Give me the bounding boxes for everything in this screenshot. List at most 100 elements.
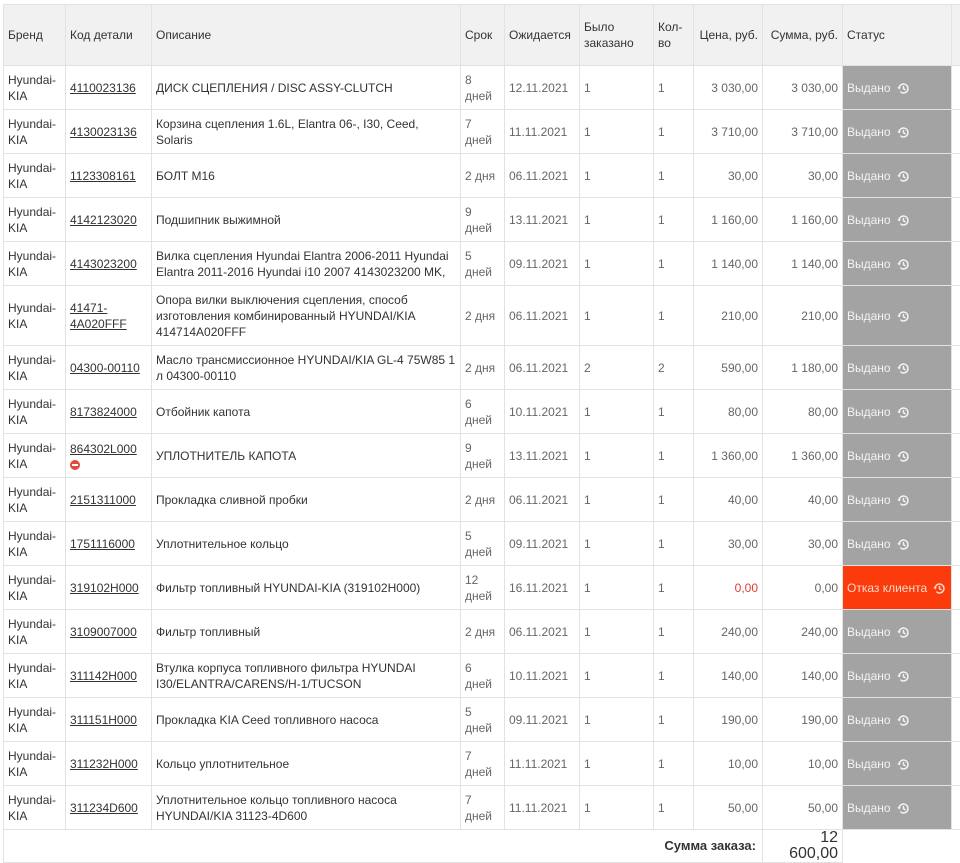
- history-icon[interactable]: [896, 362, 910, 375]
- part-code-link[interactable]: 319102H000: [70, 581, 139, 595]
- part-code-link[interactable]: 311151H000: [70, 713, 137, 727]
- history-icon[interactable]: [896, 258, 910, 271]
- status-badge[interactable]: Выдано: [842, 389, 952, 434]
- cell-code: 04300-00110: [65, 345, 152, 390]
- part-code-link[interactable]: 4110023136: [70, 81, 136, 95]
- status-badge[interactable]: Выдано: [842, 433, 952, 478]
- cell-price: 3 030,00: [693, 65, 763, 110]
- part-code-link[interactable]: 04300-00110: [70, 361, 140, 375]
- history-icon[interactable]: [896, 626, 910, 639]
- part-code-link[interactable]: 1751116000: [70, 537, 135, 551]
- history-icon[interactable]: [896, 310, 910, 323]
- cell-price: 190,00: [693, 697, 763, 742]
- table-header-row: Бренд Код детали Описание Срок Ожидается…: [3, 4, 960, 66]
- cell-expected: 09.11.2021: [504, 521, 580, 566]
- cell-brand: Hyundai-KIA: [3, 197, 66, 242]
- history-icon[interactable]: [896, 714, 910, 727]
- history-icon[interactable]: [896, 450, 910, 463]
- status-label: Выдано: [847, 168, 891, 183]
- history-icon[interactable]: [896, 802, 910, 815]
- part-code-link[interactable]: 311232H000: [70, 757, 138, 771]
- table-row: Hyundai-KIA 1123308161 БОЛТ M16 2 дня 06.11.…: [3, 153, 960, 198]
- cell-term: 9 дней: [460, 197, 505, 242]
- history-icon[interactable]: [896, 214, 910, 227]
- status-label: Выдано: [847, 712, 891, 727]
- history-icon[interactable]: [896, 538, 910, 551]
- status-badge[interactable]: Отказ клиента: [842, 565, 952, 610]
- cell-description: УПЛОТНИТЕЛЬ КАПОТА: [151, 433, 461, 478]
- history-icon[interactable]: [896, 494, 910, 507]
- status-label: Выдано: [847, 80, 891, 95]
- history-icon[interactable]: [896, 82, 910, 95]
- cell-extra: [951, 697, 960, 742]
- table-row: Hyundai-KIA 311151H000 Прокладка KIA Ceed …: [3, 697, 960, 742]
- part-code-link[interactable]: 3109007000: [70, 625, 137, 639]
- part-code-link[interactable]: 4130023136: [70, 125, 137, 139]
- cell-ordered: 1: [579, 389, 654, 434]
- cell-expected: 10.11.2021: [504, 389, 580, 434]
- part-code-link[interactable]: 8173824000: [70, 405, 137, 419]
- cell-description: Отбойник капота: [151, 389, 461, 434]
- history-icon[interactable]: [896, 406, 910, 419]
- part-code-link[interactable]: 1123308161: [70, 169, 136, 183]
- history-icon[interactable]: [933, 582, 946, 595]
- cell-qty: 1: [653, 433, 694, 478]
- table-row: Hyundai-KIA 8173824000 Отбойник капота 6 дн…: [3, 389, 960, 434]
- history-icon[interactable]: [896, 758, 910, 771]
- status-badge[interactable]: Выдано: [842, 65, 952, 110]
- cell-brand: Hyundai-KIA: [3, 109, 66, 154]
- history-icon[interactable]: [896, 170, 910, 183]
- cell-sum: 40,00: [762, 477, 843, 522]
- part-code-link[interactable]: 864302L000: [70, 442, 137, 456]
- cell-price: 1 360,00: [693, 433, 763, 478]
- status-badge[interactable]: Выдано: [842, 741, 952, 786]
- part-code-link[interactable]: 41471-4A020FFF: [70, 301, 127, 331]
- part-code-link[interactable]: 2151311000: [70, 493, 136, 507]
- table-row: Hyundai-KIA 311232H000 Кольцо уплотнительн…: [3, 741, 960, 786]
- cell-code: 1123308161: [65, 153, 152, 198]
- cell-brand: Hyundai-KIA: [3, 697, 66, 742]
- cell-code: 4142123020: [65, 197, 152, 242]
- table-row: Hyundai-KIA 4143023200 Вилка сцепления Hyu…: [3, 241, 960, 286]
- cell-description: Подшипник выжимной: [151, 197, 461, 242]
- cell-term: 2 дня: [460, 477, 505, 522]
- status-badge[interactable]: Выдано: [842, 477, 952, 522]
- cell-price: 1 140,00: [693, 241, 763, 286]
- cell-expected: 06.11.2021: [504, 345, 580, 390]
- cell-price: 30,00: [693, 521, 763, 566]
- part-code-link[interactable]: 311234D600: [70, 801, 138, 815]
- status-badge[interactable]: Выдано: [842, 653, 952, 698]
- history-icon[interactable]: [896, 670, 910, 683]
- status-badge[interactable]: Выдано: [842, 345, 952, 390]
- history-icon[interactable]: [896, 126, 910, 139]
- cell-expected: 13.11.2021: [504, 433, 580, 478]
- cell-term: 2 дня: [460, 609, 505, 654]
- cell-brand: Hyundai-KIA: [3, 345, 66, 390]
- status-badge[interactable]: Выдано: [842, 697, 952, 742]
- status-badge[interactable]: Выдано: [842, 197, 952, 242]
- col-header-ordered: Было заказано: [579, 4, 654, 66]
- cell-term: 2 дня: [460, 153, 505, 198]
- status-badge[interactable]: Выдано: [842, 153, 952, 198]
- cell-term: 7 дней: [460, 785, 505, 830]
- col-header-price: Цена, руб.: [693, 4, 763, 66]
- status-badge[interactable]: Выдано: [842, 109, 952, 154]
- part-code-link[interactable]: 4142123020: [70, 213, 137, 227]
- status-badge[interactable]: Выдано: [842, 521, 952, 566]
- part-code-link[interactable]: 4143023200: [70, 257, 137, 271]
- cell-description: Опора вилки выключения сцепления, способ…: [151, 285, 461, 346]
- status-badge[interactable]: Выдано: [842, 785, 952, 830]
- cell-term: 2 дня: [460, 285, 505, 346]
- order-total-value: 12 600,00: [762, 829, 843, 863]
- cell-term: 12 дней: [460, 565, 505, 610]
- part-code-link[interactable]: 311142H000: [70, 669, 137, 683]
- cell-sum: 1 160,00: [762, 197, 843, 242]
- status-label: Выдано: [847, 308, 891, 323]
- status-badge[interactable]: Выдано: [842, 285, 952, 346]
- cell-ordered: 1: [579, 477, 654, 522]
- status-badge[interactable]: Выдано: [842, 609, 952, 654]
- cell-ordered: 1: [579, 697, 654, 742]
- cell-description: Корзина сцепления 1.6L, Elantra 06-, I30…: [151, 109, 461, 154]
- status-badge[interactable]: Выдано: [842, 241, 952, 286]
- cell-qty: 1: [653, 521, 694, 566]
